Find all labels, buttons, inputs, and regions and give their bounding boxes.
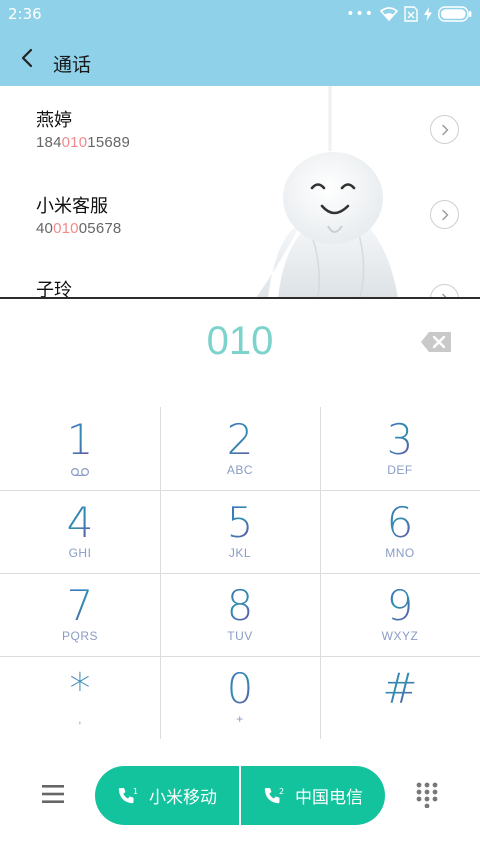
contact-number: 18401015689 xyxy=(36,134,130,151)
key-hash[interactable]: # xyxy=(320,656,480,739)
status-time: 2:36 xyxy=(8,5,42,23)
chevron-right-icon xyxy=(441,209,448,220)
backspace-icon[interactable] xyxy=(420,331,452,353)
ellipsis-icon: ••• xyxy=(346,6,374,22)
match-highlight: 010 xyxy=(61,134,88,151)
contact-detail-button[interactable] xyxy=(430,200,459,229)
list-item[interactable]: 燕婷 18401015689 xyxy=(0,86,480,170)
key-1[interactable]: 1 xyxy=(0,407,160,490)
key-0[interactable]: 0 + xyxy=(160,656,320,739)
menu-icon[interactable] xyxy=(40,783,66,805)
app-header: 通话 xyxy=(0,28,480,86)
wifi-icon xyxy=(380,7,398,21)
phone-sim2-icon: 2 xyxy=(264,787,284,803)
key-5[interactable]: 5 JKL xyxy=(160,490,320,573)
key-2[interactable]: 2 ABC xyxy=(160,407,320,490)
key-4[interactable]: 4 GHI xyxy=(0,490,160,573)
contact-name: 燕婷 xyxy=(36,110,72,131)
svg-text:1: 1 xyxy=(133,787,138,796)
call-buttons-group: 1 小米移动 2 中国电信 xyxy=(95,766,385,825)
contact-name: 小米客服 xyxy=(36,196,108,217)
dialer-action-bar: 1 小米移动 2 中国电信 xyxy=(0,739,480,853)
chevron-right-icon xyxy=(441,124,448,135)
status-icons: ••• xyxy=(346,5,472,23)
key-star[interactable]: * , xyxy=(0,656,160,739)
dial-keypad: 1 2 ABC 3 DEF 4 GHI 5 JKL 6 MNO 7 PQRS 8 xyxy=(0,407,480,739)
dialpad-icon[interactable] xyxy=(416,782,438,809)
svg-text:2: 2 xyxy=(279,787,284,796)
page-title: 通话 xyxy=(53,54,92,76)
voicemail-icon xyxy=(70,467,90,477)
list-item[interactable]: 小米客服 4001005678 xyxy=(0,170,480,254)
search-results-list: 燕婷 18401015689 小米客服 4001005678 子玲 xyxy=(0,86,480,298)
no-sim-icon xyxy=(404,6,418,22)
dial-input-row: 010 xyxy=(0,299,480,407)
contact-detail-button[interactable] xyxy=(430,284,459,298)
list-item[interactable]: 子玲 xyxy=(0,254,480,298)
lightning-icon xyxy=(424,7,432,21)
contact-number: 4001005678 xyxy=(36,220,122,237)
key-8[interactable]: 8 TUV xyxy=(160,573,320,656)
match-highlight: 010 xyxy=(53,220,79,237)
key-3[interactable]: 3 DEF xyxy=(320,407,480,490)
contact-detail-button[interactable] xyxy=(430,115,459,144)
call-sim1-button[interactable]: 1 小米移动 xyxy=(95,766,239,825)
contact-name: 子玲 xyxy=(36,280,72,298)
status-bar: 2:36 ••• xyxy=(0,0,480,28)
dialer-screen: 2:36 ••• 通话 燕婷 18401015689 小米客服 40010056… xyxy=(0,0,480,853)
call-sim2-button[interactable]: 2 中国电信 xyxy=(241,766,385,825)
chevron-left-icon[interactable] xyxy=(16,46,40,70)
key-9[interactable]: 9 WXYZ xyxy=(320,573,480,656)
key-7[interactable]: 7 PQRS xyxy=(0,573,160,656)
battery-icon xyxy=(438,6,472,22)
dialed-number[interactable]: 010 xyxy=(0,319,480,364)
key-6[interactable]: 6 MNO xyxy=(320,490,480,573)
phone-sim1-icon: 1 xyxy=(118,787,138,803)
